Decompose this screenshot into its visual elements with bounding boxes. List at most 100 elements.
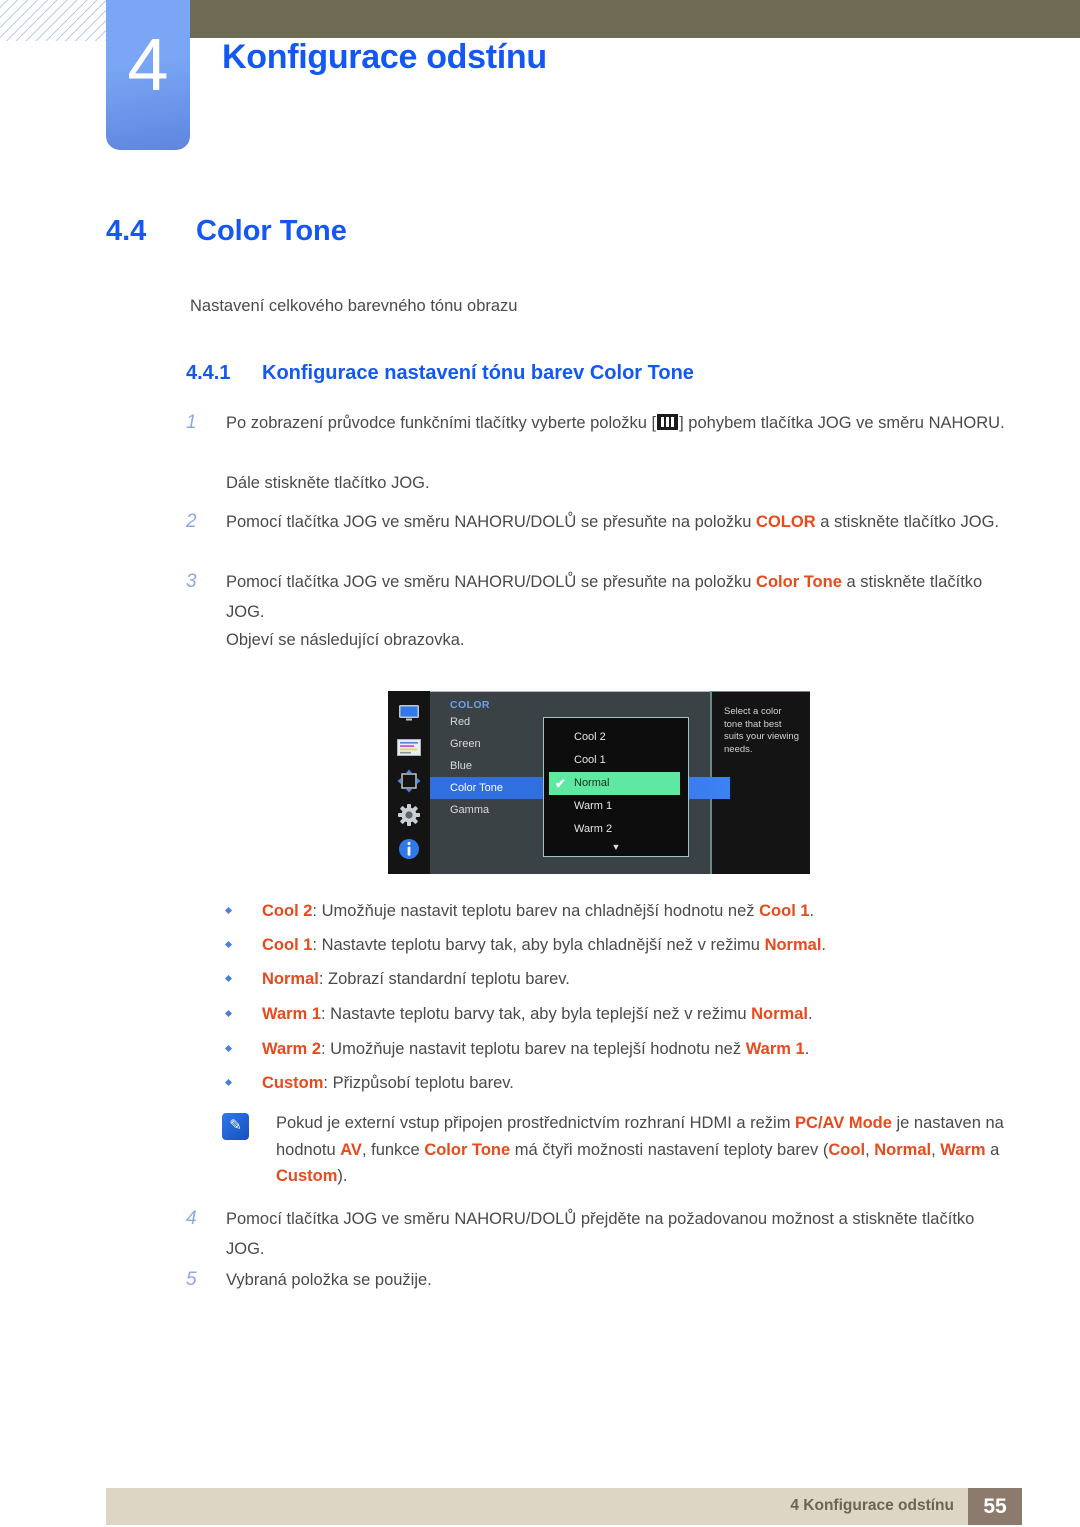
- bullet-body: : Umožňuje nastavit teplotu barev na tep…: [321, 1040, 746, 1058]
- osd-menu-panel: COLOR Red Green Blue Color Tone Gamma Co…: [430, 691, 730, 874]
- chapter-number: 4: [127, 23, 169, 106]
- osd-dropdown-item-normal-label: Normal: [574, 777, 610, 789]
- bullet-tail: .: [807, 1005, 813, 1023]
- note-p6: ,: [931, 1140, 941, 1159]
- bullet-text: Cool 2: Umožňuje nastavit teplotu barev …: [262, 898, 1026, 924]
- step-4: 4 Pomocí tlačítka JOG ve směru NAHORU/DO…: [186, 1204, 1006, 1264]
- highlight-color: COLOR: [756, 513, 816, 531]
- resize-arrows-icon: [396, 768, 422, 794]
- step-text: Pomocí tlačítka JOG ve směru NAHORU/DOLŮ…: [226, 507, 1006, 537]
- step-1: 1 Po zobrazení průvodce funkčními tlačít…: [186, 408, 1006, 438]
- osd-dropdown-item-normal[interactable]: ✔ Normal: [549, 772, 680, 795]
- document-page: 4 Konfigurace odstínu 4.4 Color Tone Nast…: [0, 0, 1080, 1527]
- chevron-down-icon[interactable]: ▼: [544, 842, 688, 852]
- bullet-term-2: Normal: [764, 936, 822, 954]
- footer-text: 4 Konfigurace odstínu: [790, 1497, 954, 1514]
- osd-dropdown-item-cool-1[interactable]: Cool 1: [544, 749, 688, 772]
- bullet-diamond-icon: [224, 1078, 233, 1087]
- note-p8: ).: [337, 1167, 348, 1185]
- list-item: Warm 1: Nastavte teplotu barvy tak, aby …: [224, 1001, 1026, 1027]
- bullet-tail: .: [804, 1040, 810, 1058]
- bullet-text: Custom: Přizpůsobí teplotu barev.: [262, 1070, 1026, 1096]
- subsection-heading: 4.4.1 Konfigurace nastavení tónu barev Co…: [186, 362, 694, 385]
- brightness-bars-icon: [657, 414, 679, 430]
- section-intro: Nastavení celkového barevného tónu obraz…: [190, 297, 518, 315]
- step-number: 5: [186, 1269, 197, 1290]
- step-text: Pomocí tlačítka JOG ve směru NAHORU/DOLŮ…: [226, 1210, 975, 1258]
- note-hl-custom: Custom: [276, 1167, 338, 1185]
- note-p3: , funkce: [361, 1140, 425, 1159]
- note-p4: má čtyři možnosti nastavení teploty bare…: [510, 1140, 829, 1159]
- section-title: Color Tone: [196, 215, 347, 247]
- step-5: 5 Vybraná položka se použije.: [186, 1265, 1006, 1295]
- section-number: 4.4: [106, 215, 147, 247]
- bullet-term: Cool 1: [262, 936, 313, 954]
- bullet-text: Cool 1: Nastavte teplotu barvy tak, aby …: [262, 932, 1026, 958]
- bullet-diamond-icon: [224, 1009, 233, 1018]
- bullet-body: : Nastavte teplotu barvy tak, aby byla t…: [321, 1005, 752, 1023]
- footer-bar: 4 Konfigurace odstínu: [106, 1488, 968, 1525]
- check-icon: ✔: [555, 776, 566, 791]
- note-p1: Pokud je externí vstup připojen prostřed…: [276, 1114, 796, 1132]
- note-hl-av: AV: [340, 1140, 362, 1159]
- bullet-diamond-icon: [224, 940, 233, 949]
- bullet-term-2: Cool 1: [759, 902, 810, 920]
- note-pen-icon: ✎: [222, 1113, 249, 1140]
- osd-icon-sidebar: [388, 691, 430, 874]
- bullet-tail: .: [821, 936, 827, 954]
- osd-dropdown-item-warm-2[interactable]: Warm 2: [544, 818, 688, 841]
- bullet-term: Cool 2: [262, 902, 313, 920]
- bullet-term: Warm 1: [262, 1005, 321, 1023]
- step-number: 3: [186, 571, 197, 592]
- note-block: ✎ Pokud je externí vstup připojen prostř…: [222, 1110, 1012, 1190]
- note-p7: a: [985, 1140, 1000, 1159]
- list-item: Cool 2: Umožňuje nastavit teplotu barev …: [224, 898, 1026, 924]
- chapter-title: Konfigurace odstínu: [222, 38, 547, 76]
- bullet-tail: .: [809, 902, 815, 920]
- osd-dropdown: Cool 2 Cool 1 ✔ Normal Warm 1 Warm 2 ▼: [543, 717, 689, 857]
- subsection-title: Konfigurace nastavení tónu barev Color T…: [262, 362, 694, 384]
- osd-dropdown-item-cool-2[interactable]: Cool 2: [544, 726, 688, 749]
- bullet-diamond-icon: [224, 974, 233, 983]
- note-text: Pokud je externí vstup připojen prostřed…: [276, 1110, 1012, 1190]
- bullet-term-2: Normal: [751, 1005, 808, 1023]
- bullet-body: : Přizpůsobí teplotu barev.: [323, 1074, 514, 1092]
- bullet-diamond-icon: [224, 1044, 233, 1053]
- list-item: Custom: Přizpůsobí teplotu barev.: [224, 1070, 1026, 1096]
- note-hl-normal: Normal: [874, 1140, 932, 1159]
- step-3: 3 Pomocí tlačítka JOG ve směru NAHORU/DO…: [186, 567, 1006, 627]
- osd-screenshot: COLOR Red Green Blue Color Tone Gamma Co…: [388, 691, 810, 874]
- step-2-text-b: a stiskněte tlačítko JOG.: [815, 513, 1000, 531]
- note-p5: ,: [865, 1140, 875, 1159]
- bullet-term: Normal: [262, 970, 319, 988]
- list-item: Normal: Zobrazí standardní teplotu barev…: [224, 966, 1026, 992]
- note-hl-cool: Cool: [828, 1140, 866, 1159]
- step-2-text-a: Pomocí tlačítka JOG ve směru NAHORU/DOLŮ…: [226, 513, 757, 531]
- step-1-text-a: Po zobrazení průvodce funkčními tlačítky…: [226, 414, 657, 432]
- bullet-body: : Zobrazí standardní teplotu barev.: [318, 970, 570, 988]
- step-number: 4: [186, 1208, 197, 1229]
- bullet-body: : Umožňuje nastavit teplotu barev na chl…: [312, 902, 760, 920]
- list-item: Warm 2: Umožňuje nastavit teplotu barev …: [224, 1036, 1026, 1062]
- bullet-term-2: Warm 1: [745, 1040, 805, 1058]
- chapter-tab: 4: [106, 0, 190, 150]
- note-hl-warm: Warm: [940, 1140, 986, 1159]
- info-icon: [396, 836, 422, 862]
- step-number: 2: [186, 511, 197, 532]
- step-text: Pomocí tlačítka JOG ve směru NAHORU/DOLŮ…: [226, 567, 1006, 627]
- section-heading: 4.4 Color Tone: [106, 215, 966, 248]
- osd-dropdown-item-warm-1[interactable]: Warm 1: [544, 795, 688, 818]
- bullet-diamond-icon: [224, 906, 233, 915]
- monitor-icon: [396, 700, 422, 726]
- bullet-text: Normal: Zobrazí standardní teplotu barev…: [262, 966, 1026, 992]
- bullet-text: Warm 2: Umožňuje nastavit teplotu barev …: [262, 1036, 1026, 1062]
- note-hl-color-tone: Color Tone: [424, 1140, 511, 1159]
- highlight-color-tone: Color Tone: [756, 573, 842, 591]
- subsection-number: 4.4.1: [186, 362, 231, 384]
- osd-menu-title: COLOR: [450, 699, 490, 711]
- bullet-body: : Nastavte teplotu barvy tak, aby byla c…: [312, 936, 765, 954]
- header-olive-bar: [190, 0, 1080, 38]
- step-3-text-a: Pomocí tlačítka JOG ve směru NAHORU/DOLŮ…: [226, 573, 757, 591]
- page-number: 55: [968, 1488, 1022, 1525]
- step-3-subline: Objeví se následující obrazovka.: [226, 631, 465, 649]
